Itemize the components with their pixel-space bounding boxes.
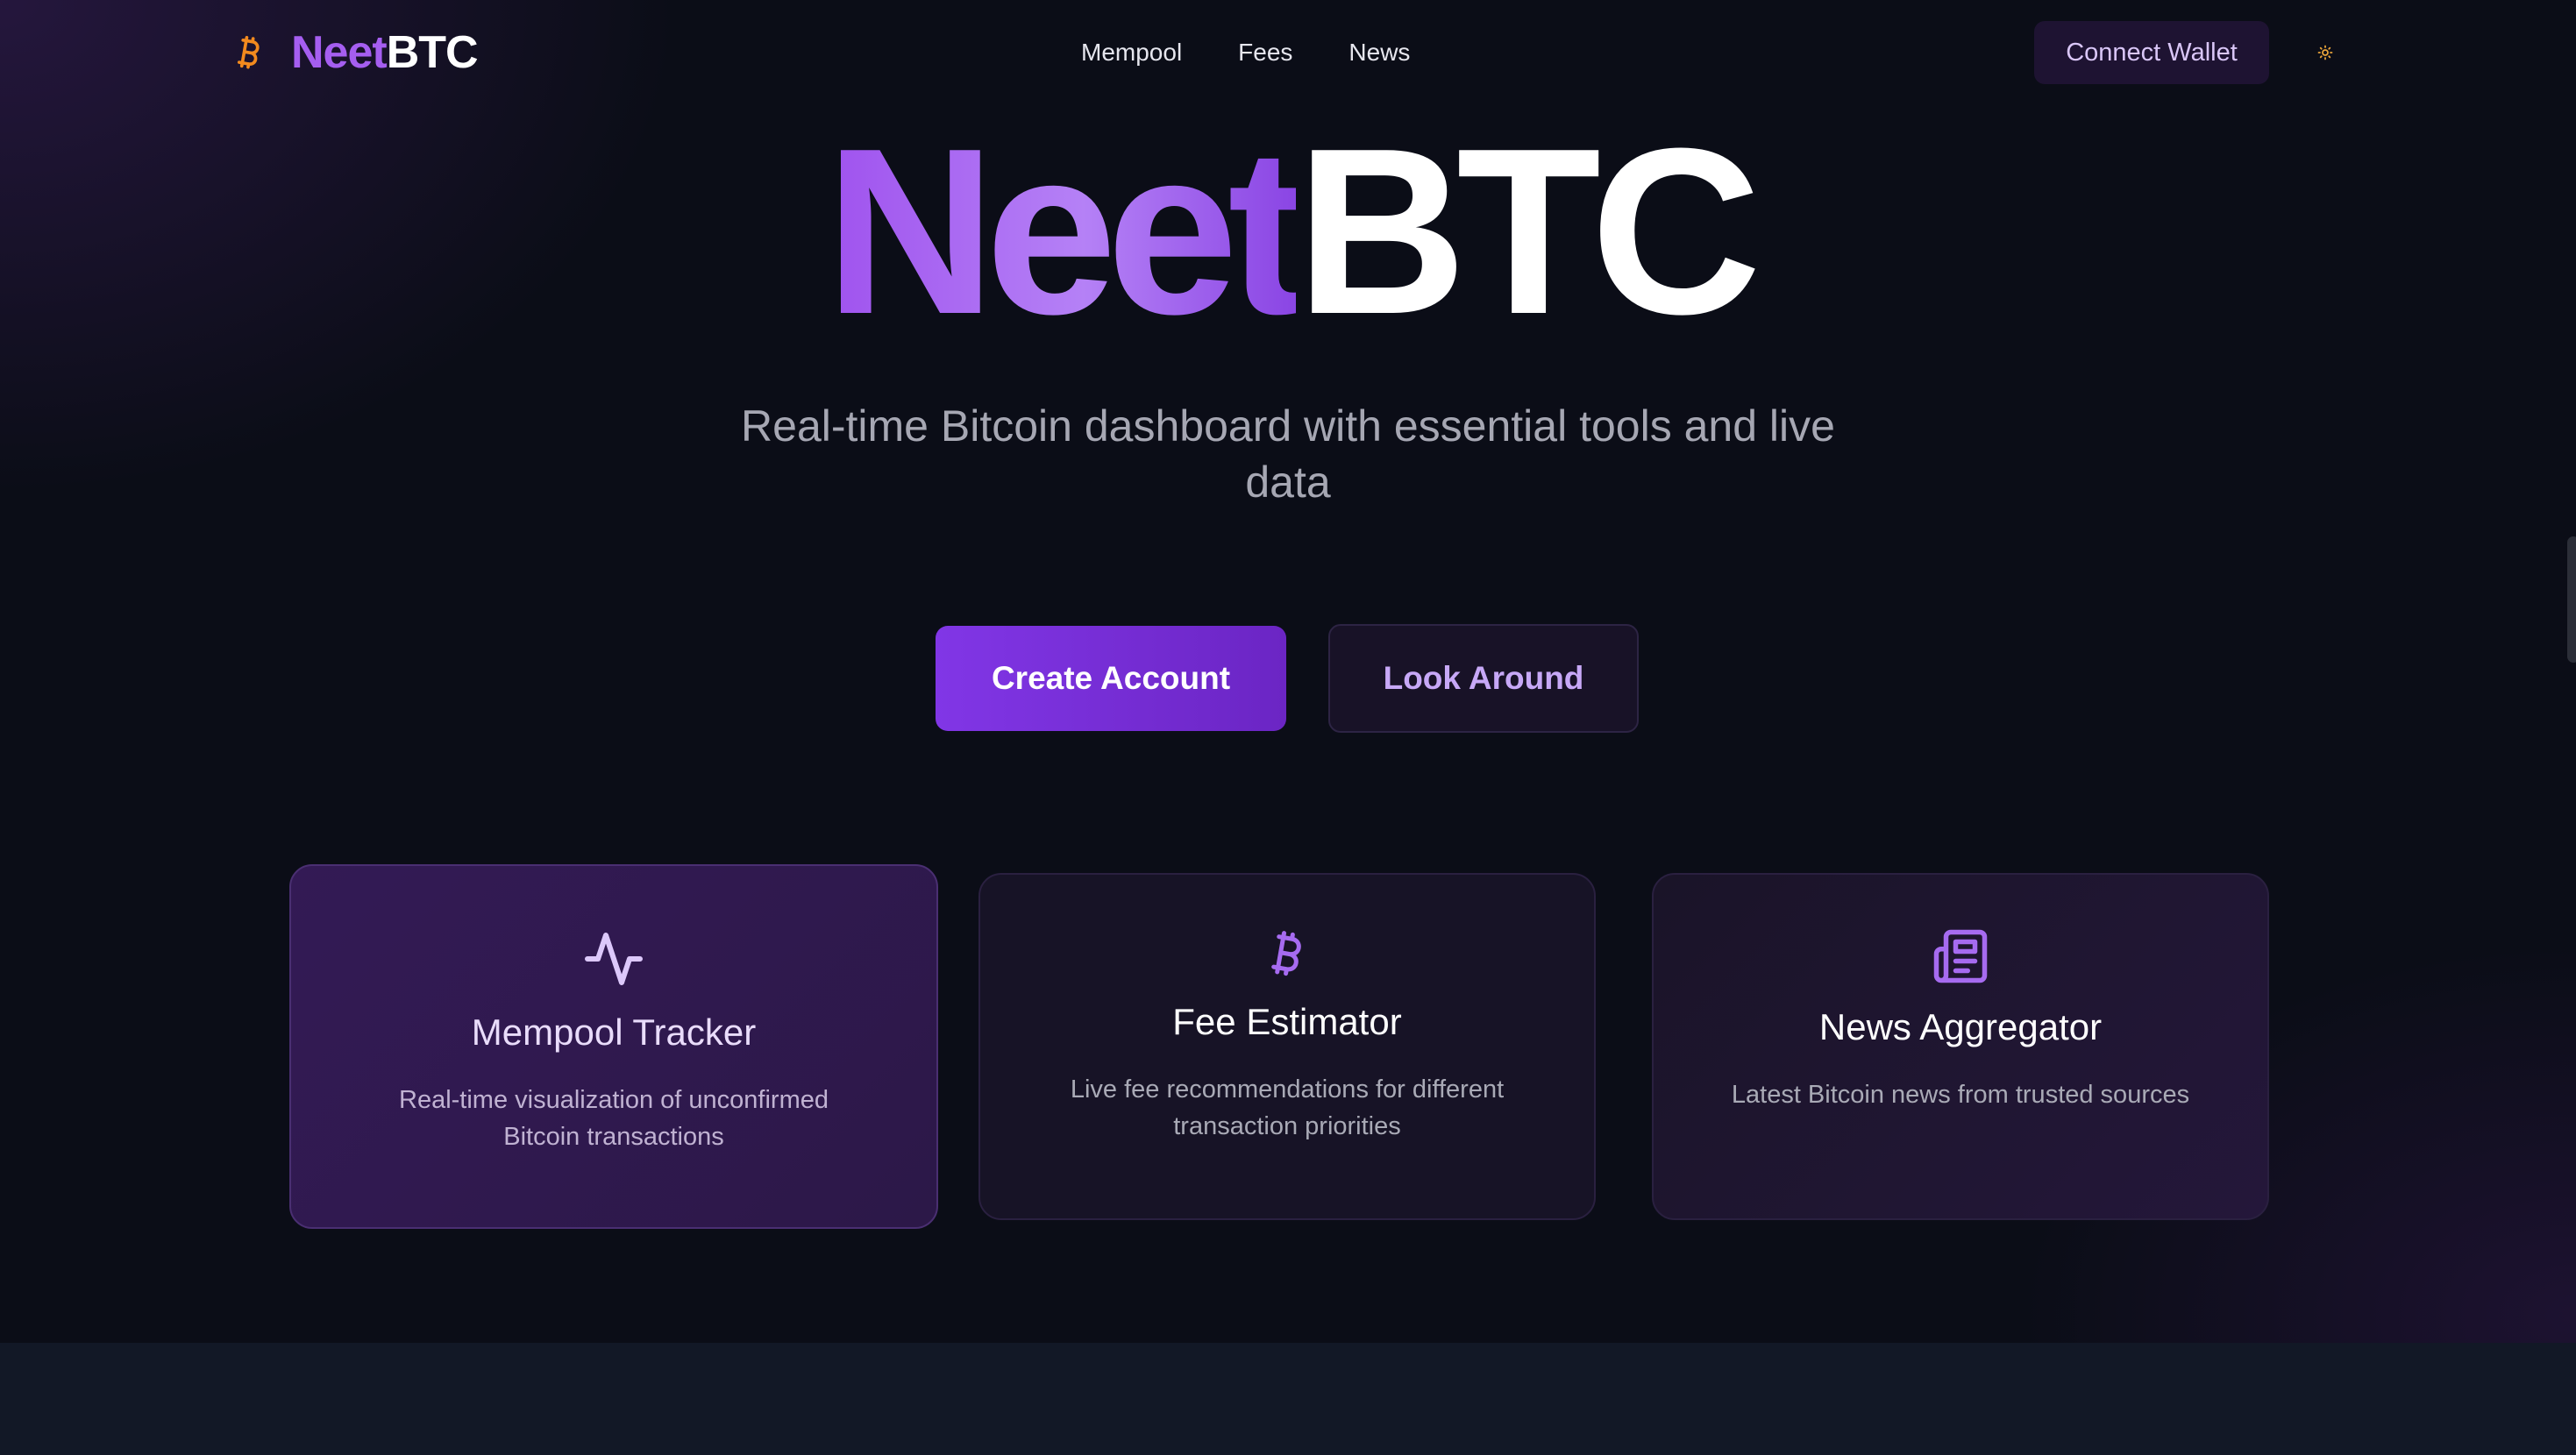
hero-subtitle: Real-time Bitcoin dashboard with essenti…: [741, 401, 1835, 507]
footer-section: [0, 1343, 2576, 1455]
feature-description: Latest Bitcoin news from trusted sources: [1731, 1081, 2190, 1109]
look-around-button[interactable]: Look Around: [1328, 624, 1639, 733]
feature-title: Fee Estimator: [1172, 1001, 1402, 1042]
brand-logo[interactable]: NeetBTC: [230, 23, 479, 82]
hero-title-btc: BTC: [1296, 100, 1761, 364]
bitcoin-icon: [1271, 931, 1301, 976]
nav-link-news[interactable]: News: [1348, 33, 1410, 72]
create-account-button[interactable]: Create Account: [936, 626, 1286, 731]
feature-description: Live fee recommendations for different t…: [1070, 1075, 1505, 1140]
bitcoin-icon: [237, 36, 260, 69]
nav-link-fees[interactable]: Fees: [1238, 33, 1292, 72]
feature-card-news-aggregator[interactable]: News Aggregator Latest Bitcoin news from…: [1652, 873, 2269, 1220]
feature-description: Real-time visualization of unconfirmed B…: [399, 1086, 829, 1151]
scrollbar-thumb[interactable]: [2567, 536, 2576, 663]
brand-name-btc: BTC: [386, 27, 479, 78]
feature-card-fee-estimator[interactable]: Fee Estimator Live fee recommendations f…: [978, 873, 1596, 1220]
hero-title: NeetBTC: [0, 114, 2576, 351]
top-nav: NeetBTC Mempool Fees News Connect Wallet: [0, 0, 2576, 105]
sun-icon: [2317, 45, 2333, 60]
brand-name-neet: Neet: [291, 27, 388, 78]
theme-toggle-button[interactable]: [2306, 33, 2345, 72]
nav-links: Mempool Fees News: [1081, 33, 1410, 72]
brand-name: NeetBTC: [291, 27, 479, 78]
activity-icon: [585, 933, 643, 985]
feature-title: News Aggregator: [1818, 1006, 2103, 1047]
nav-link-mempool[interactable]: Mempool: [1081, 33, 1182, 72]
connect-wallet-button[interactable]: Connect Wallet: [2034, 21, 2269, 84]
newspaper-icon: [1933, 929, 1988, 983]
page: NeetBTC Mempool Fees News Connect Wallet…: [0, 0, 2576, 1455]
hero-title-neet: Neet: [824, 100, 1306, 364]
feature-title: Mempool Tracker: [471, 1011, 757, 1053]
feature-card-mempool-tracker[interactable]: Mempool Tracker Real-time visualization …: [289, 864, 938, 1229]
